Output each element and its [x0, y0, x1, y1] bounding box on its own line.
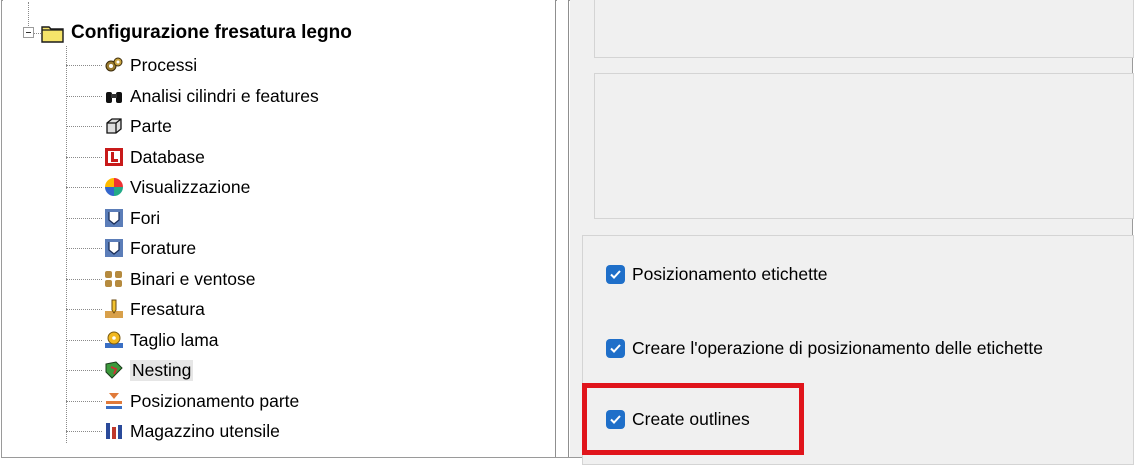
- hole-icon: [104, 208, 124, 228]
- group-box: [594, 0, 1134, 58]
- tree-root-label: Configurazione fresatura legno: [71, 22, 352, 43]
- part-positioning-icon: [104, 391, 124, 411]
- label-positioning-label: Posizionamento etichette: [632, 264, 828, 284]
- create-label-operation-label: Creare l'operazione di posizionamento de…: [632, 338, 1043, 358]
- label-positioning-checkbox[interactable]: [606, 265, 625, 284]
- tree-item-fresatura[interactable]: Fresatura: [104, 294, 205, 324]
- tree-connector: [66, 157, 102, 158]
- tree-item-label: Parte: [130, 115, 172, 136]
- tree-item-label: Nesting: [130, 359, 194, 381]
- tree-connector: [28, 2, 29, 28]
- tree-item-processi[interactable]: Processi: [104, 50, 197, 80]
- database-icon: [104, 147, 124, 167]
- tree-item-fori[interactable]: Fori: [104, 203, 160, 233]
- label-positioning-checkbox-row[interactable]: Posizionamento etichette: [606, 264, 828, 285]
- tool-magazine-icon: [104, 421, 124, 441]
- gears-icon: [104, 55, 124, 75]
- tree-item-label: Analisi cilindri e features: [130, 85, 319, 106]
- milling-icon: [104, 299, 124, 319]
- tree-item-label: Magazzino utensile: [130, 420, 280, 441]
- tree-item-database[interactable]: Database: [104, 142, 205, 172]
- tree-connector: [66, 65, 102, 66]
- tree-connector: [66, 126, 102, 127]
- tree-item-label: Processi: [130, 54, 198, 75]
- tree-item-label: Fresatura: [130, 298, 205, 319]
- create-label-operation-checkbox[interactable]: [606, 339, 625, 358]
- tree-item-label: Posizionamento parte: [130, 390, 300, 411]
- tree-connector: [66, 309, 102, 310]
- tree-item-binari-e-ventose[interactable]: Binari e ventose: [104, 264, 256, 294]
- tree-connector: [66, 340, 102, 341]
- panel-splitter[interactable]: [557, 0, 569, 457]
- tree-item-taglio-lama[interactable]: Taglio lama: [104, 325, 219, 355]
- tree-connector: [34, 33, 41, 34]
- tree-item-label: Fori: [130, 207, 161, 228]
- create-label-operation-checkbox-row[interactable]: Creare l'operazione di posizionamento de…: [606, 338, 1043, 359]
- group-box: [594, 73, 1134, 219]
- tree-connector: [66, 46, 67, 443]
- cube-icon: [104, 116, 124, 136]
- tree-root[interactable]: Configurazione fresatura legno: [41, 19, 352, 47]
- tree-item-analisi-cilindri-e-features[interactable]: Analisi cilindri e features: [104, 81, 319, 111]
- tree-item-label: Taglio lama: [130, 329, 219, 350]
- tree-item-parte[interactable]: Parte: [104, 111, 172, 141]
- tree-item-label: Visualizzazione: [130, 176, 251, 197]
- nesting-icon: [104, 360, 124, 380]
- tree-connector: [66, 431, 102, 432]
- tree-item-label: Forature: [130, 237, 197, 258]
- collapse-toggle[interactable]: [23, 27, 34, 38]
- tree-connector: [66, 187, 102, 188]
- color-wheel-icon: [104, 177, 124, 197]
- folder-icon: [41, 23, 65, 43]
- tree-connector: [66, 96, 102, 97]
- tree-connector: [66, 248, 102, 249]
- saw-blade-icon: [104, 330, 124, 350]
- rails-suction-icon: [104, 269, 124, 289]
- tree-item-nesting[interactable]: Nesting: [104, 355, 194, 385]
- highlight-box: [582, 383, 804, 455]
- tree-item-label: Database: [130, 146, 205, 167]
- tree-item-forature[interactable]: Forature: [104, 233, 196, 263]
- tree-item-posizionamento-parte[interactable]: Posizionamento parte: [104, 386, 299, 416]
- tree-item-visualizzazione[interactable]: Visualizzazione: [104, 172, 250, 202]
- tree-connector: [66, 401, 102, 402]
- tree-connector: [66, 279, 102, 280]
- tree-connector: [66, 218, 102, 219]
- drilling-icon: [104, 238, 124, 258]
- tree-connector: [66, 370, 102, 371]
- tree-item-label: Binari e ventose: [130, 268, 256, 289]
- binoculars-icon: [104, 86, 124, 106]
- tree-item-magazzino-utensile[interactable]: Magazzino utensile: [104, 416, 280, 446]
